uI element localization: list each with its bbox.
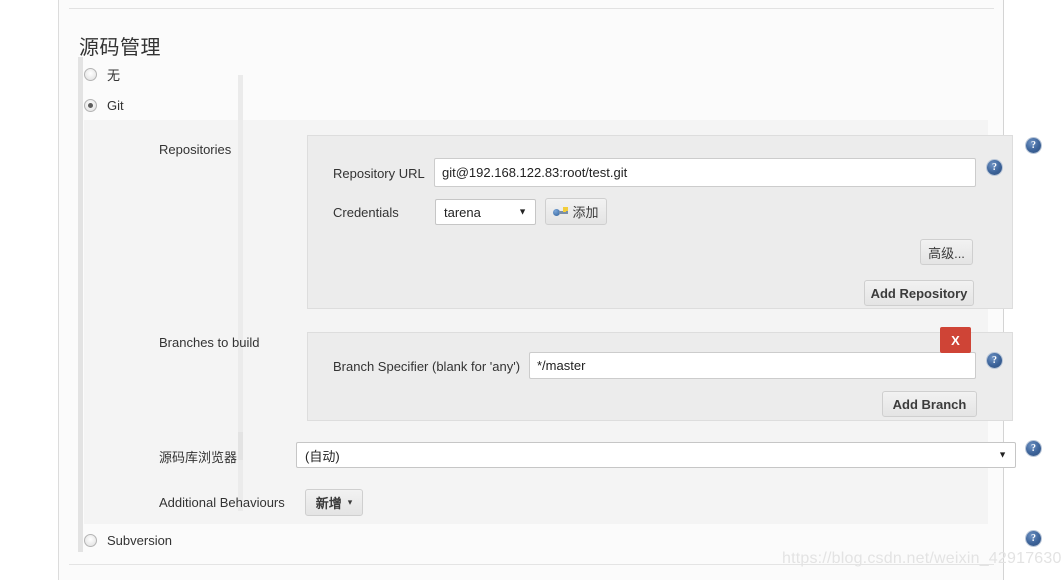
add-repository-button[interactable]: Add Repository <box>864 280 974 306</box>
radio-mark-none[interactable] <box>84 68 97 81</box>
scm-radio-git[interactable]: Git <box>84 98 124 113</box>
help-icon-subversion[interactable]: ? <box>1026 531 1041 546</box>
repository-browser-select-value: (自动) <box>305 448 340 464</box>
add-behaviour-button[interactable]: 新增 ▾ <box>305 489 363 516</box>
add-branch-button[interactable]: Add Branch <box>882 391 977 417</box>
add-behaviour-button-label: 新增 <box>315 496 342 511</box>
credentials-select-value: tarena <box>444 204 481 220</box>
source-code-management-panel: 源码管理 无 Git Repositories Repository URL ?… <box>58 0 1041 580</box>
scm-radio-git-label: Git <box>107 98 124 113</box>
advanced-button[interactable]: 高级... <box>920 239 973 265</box>
help-icon-repository-browser[interactable]: ? <box>1026 441 1041 456</box>
add-credentials-button[interactable]: 添加 <box>545 198 607 225</box>
radio-mark-git[interactable] <box>84 99 97 112</box>
repositories-row-label: Repositories <box>159 142 232 157</box>
delete-branch-button[interactable]: X <box>940 327 971 353</box>
branch-specifier-label: Branch Specifier (blank for 'any') <box>333 359 521 374</box>
scm-radio-subversion-label: Subversion <box>107 533 173 548</box>
repository-url-input[interactable] <box>434 158 976 187</box>
chevron-down-icon: ▼ <box>518 206 527 217</box>
chevron-down-icon: ▾ <box>347 497 353 507</box>
add-credentials-button-label: 添加 <box>572 205 599 220</box>
scm-radio-subversion[interactable]: Subversion <box>84 533 172 548</box>
indent-bar-main <box>78 57 83 552</box>
panel-top-divider <box>69 8 994 9</box>
help-icon-repository-url[interactable]: ? <box>987 160 1002 175</box>
help-icon-repositories[interactable]: ? <box>1026 138 1041 153</box>
branches-row-label: Branches to build <box>159 335 260 350</box>
repository-browser-row-label: 源码库浏览器 <box>159 450 238 465</box>
branch-specifier-input[interactable] <box>529 352 976 379</box>
indent-bar-behaviours <box>238 432 243 460</box>
repository-url-label: Repository URL <box>333 166 425 181</box>
radio-mark-subversion[interactable] <box>84 534 97 547</box>
additional-behaviours-row-label: Additional Behaviours <box>159 495 285 510</box>
page-title: 源码管理 <box>79 37 161 60</box>
scm-radio-none[interactable]: 无 <box>84 65 120 84</box>
scm-radio-none-label: 无 <box>107 68 121 83</box>
watermark: https://blog.csdn.net/weixin_42917630 <box>782 550 1062 567</box>
key-icon <box>553 206 569 218</box>
help-icon-branch-specifier[interactable]: ? <box>987 353 1002 368</box>
repository-browser-select[interactable]: (自动) ▼ <box>296 442 1016 468</box>
credentials-select[interactable]: tarena ▼ <box>435 199 536 225</box>
chevron-down-icon: ▼ <box>998 449 1007 460</box>
credentials-label: Credentials <box>333 205 399 220</box>
